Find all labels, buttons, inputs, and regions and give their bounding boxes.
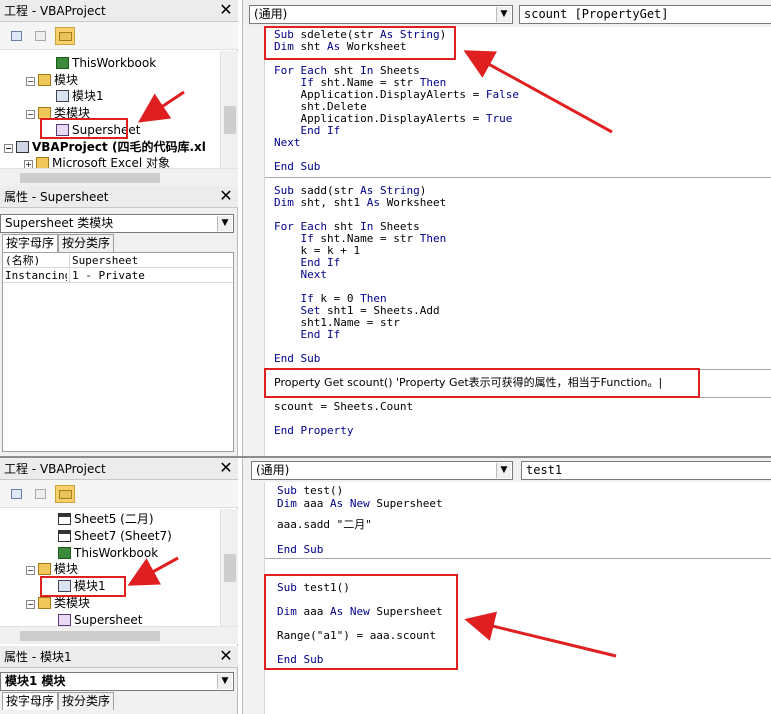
annotation-arrows <box>127 50 617 658</box>
arrow-to-test1 <box>464 611 617 658</box>
arrow-to-module1 <box>127 556 179 586</box>
arrow-to-sdelete <box>463 50 613 134</box>
arrow-to-supersheet <box>138 90 185 123</box>
